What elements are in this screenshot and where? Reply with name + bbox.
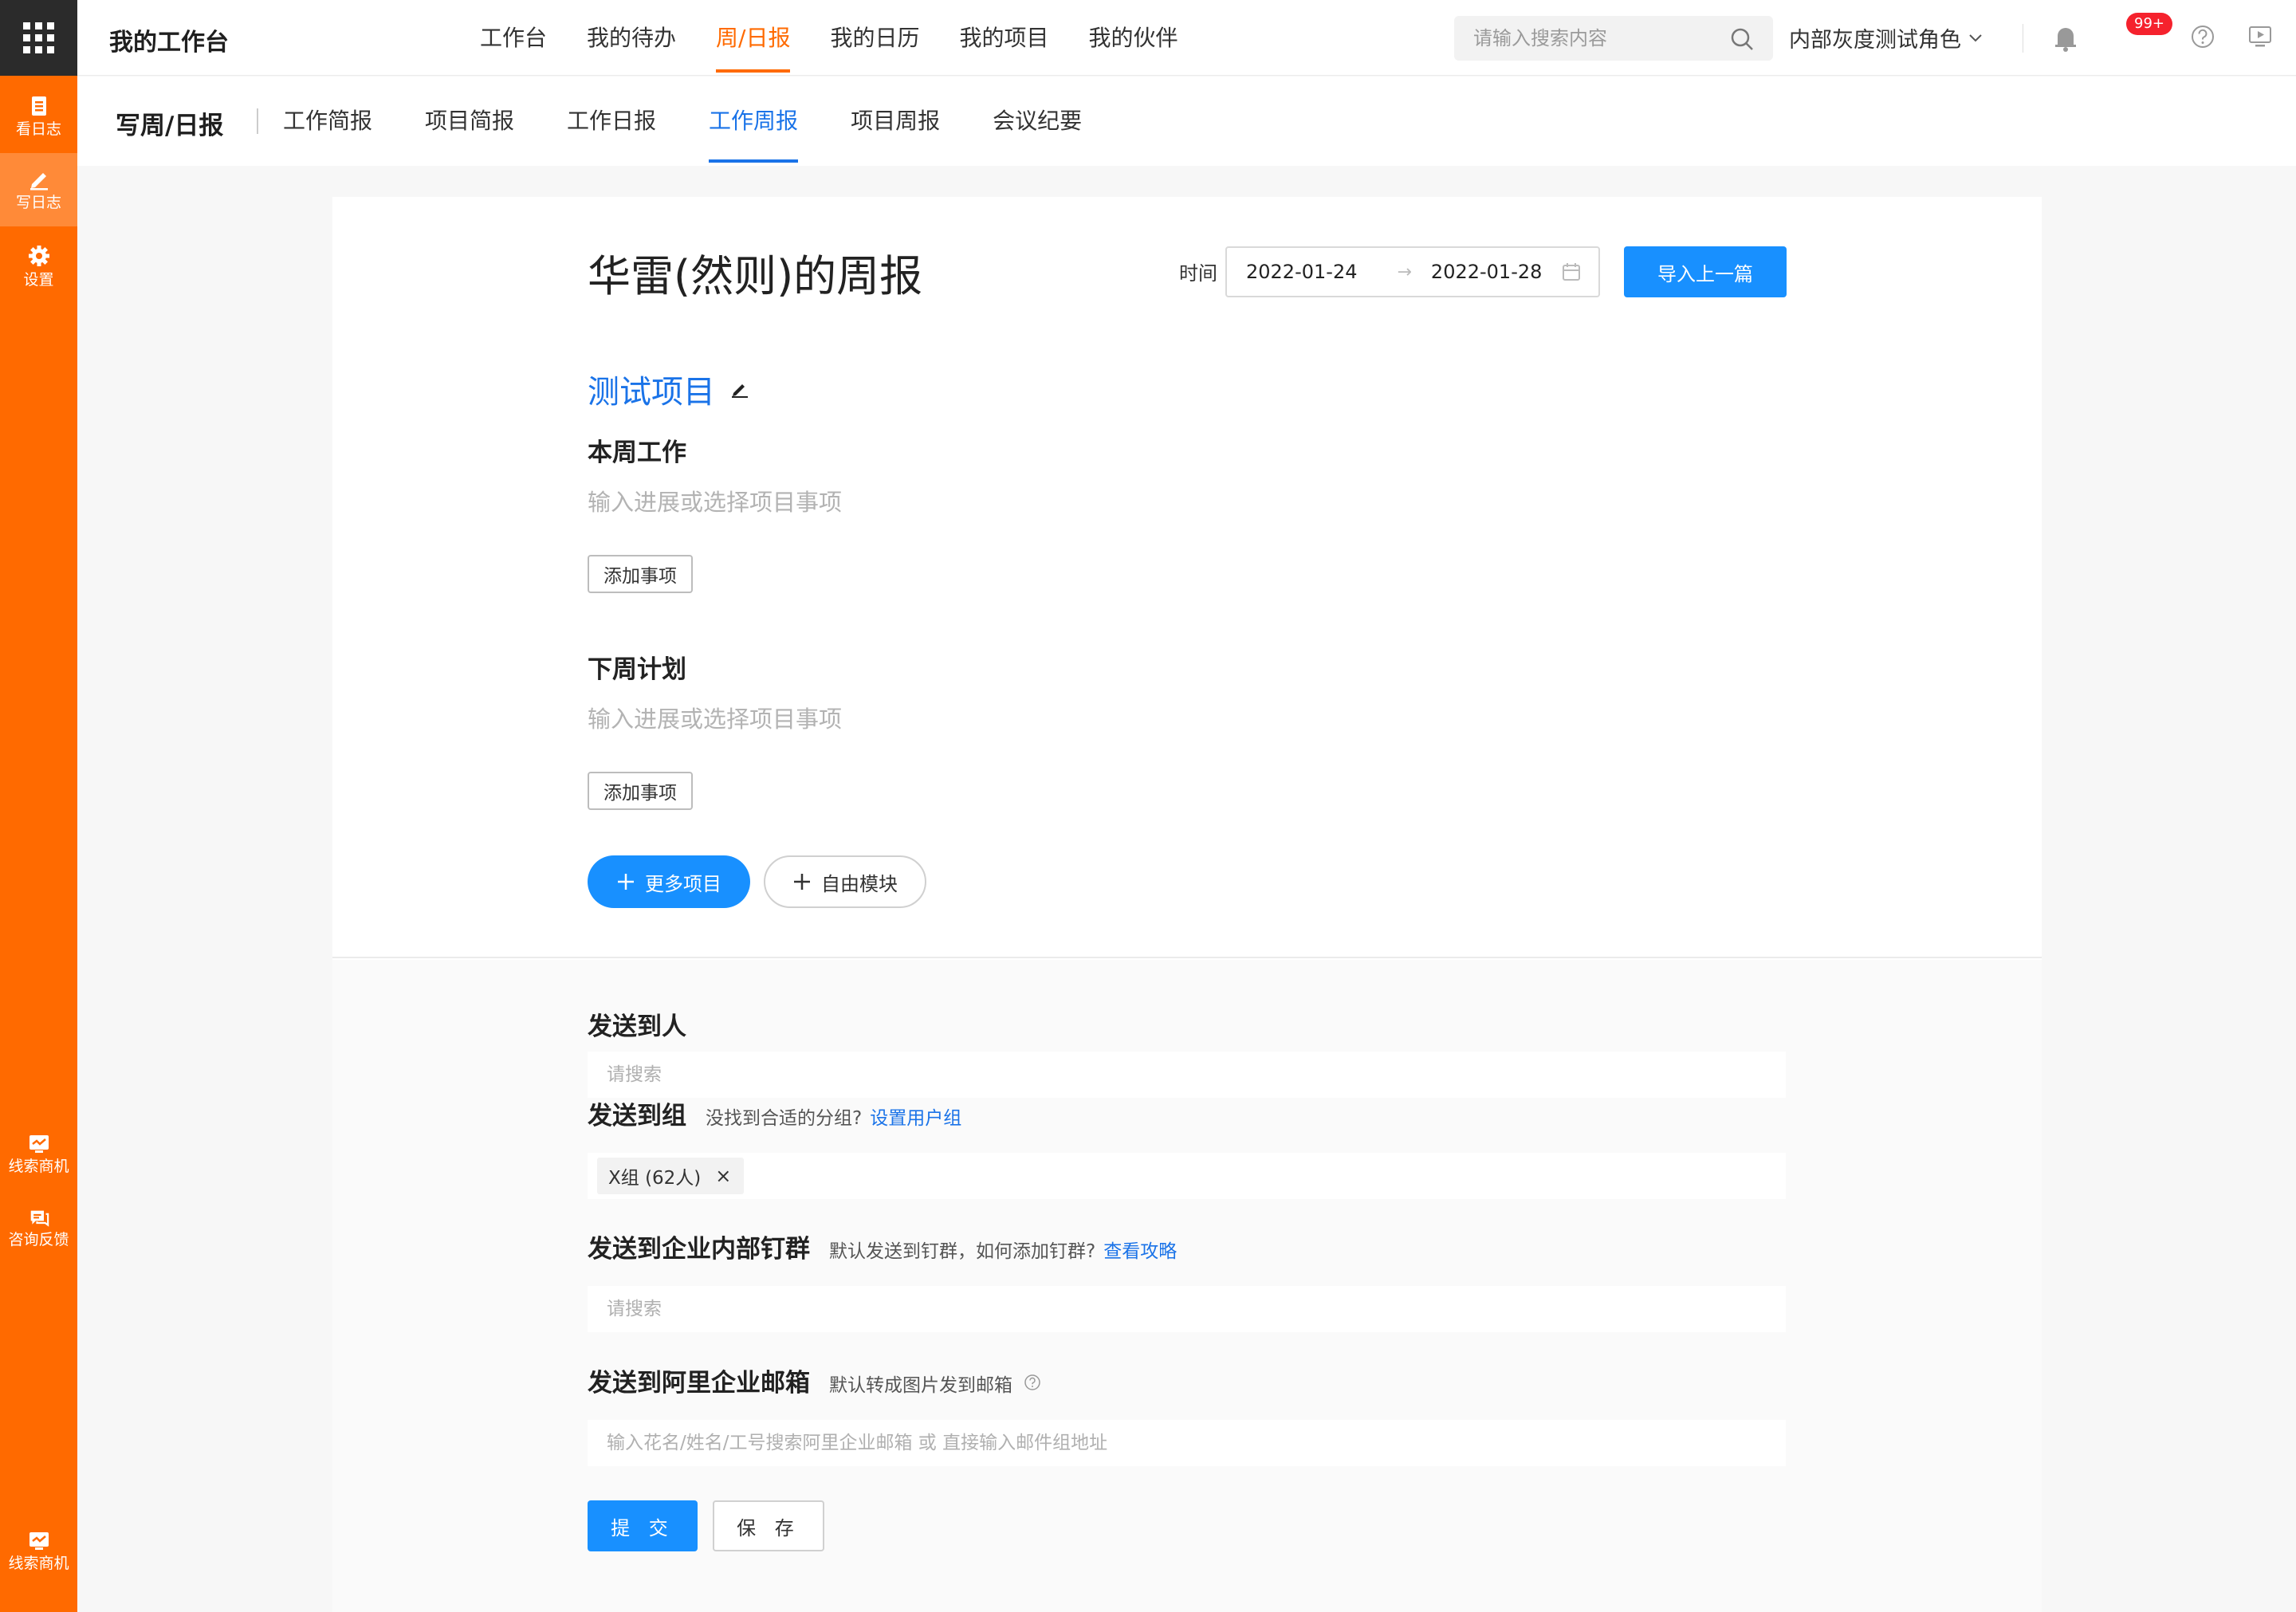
heading-text: 发送到企业内部钉群 xyxy=(588,1235,810,1264)
next-week-heading: 下周计划 xyxy=(588,655,686,684)
import-previous-button[interactable]: 导入上一篇 xyxy=(1624,246,1787,297)
sidebar-item-label: 线索商机 xyxy=(8,1555,69,1572)
project-name[interactable]: 测试项目 xyxy=(588,366,715,412)
sidebar-item-leads[interactable]: 线索商机 xyxy=(0,1118,77,1191)
role-label: 内部灰度测试角色 xyxy=(1789,28,1961,53)
date-range-picker[interactable]: 2022-01-24 → 2022-01-28 xyxy=(1225,246,1600,297)
search-box xyxy=(1454,16,1773,61)
nav-todo[interactable]: 我的待办 xyxy=(587,0,676,76)
project-title: 测试项目 xyxy=(588,366,750,412)
search-icon[interactable] xyxy=(1730,27,1754,51)
mail-hint: 默认转成图片发到邮箱 xyxy=(829,1375,1012,1396)
more-projects-button[interactable]: 更多项目 xyxy=(588,855,750,908)
sidebar-item-write-log[interactable]: 写日志 xyxy=(0,153,77,226)
tab-work-daily[interactable]: 工作日报 xyxy=(567,77,656,166)
screen-share-icon[interactable] xyxy=(2247,24,2273,49)
sidebar-item-feedback[interactable]: 咨询反馈 xyxy=(0,1193,77,1248)
heading-text: 发送到组 xyxy=(588,1102,686,1130)
group-tag: X组 (62人) × xyxy=(597,1158,745,1194)
nav-workbench[interactable]: 工作台 xyxy=(480,0,547,76)
calendar-icon xyxy=(1563,263,1580,281)
report-card: 华雷(然则)的周报 时间 2022-01-24 → 2022-01-28 导入上… xyxy=(332,197,2042,1612)
button-label: 更多项目 xyxy=(645,872,721,895)
tab-project-brief[interactable]: 项目简报 xyxy=(425,77,514,166)
top-header: 我的工作台 工作台 我的待办 周/日报 我的日历 我的项目 我的伙伴 内部灰度测… xyxy=(77,0,2296,76)
apps-grid-icon[interactable] xyxy=(0,0,77,76)
sidebar-item-view-log[interactable]: 看日志 xyxy=(0,80,77,153)
section-title: 写周/日报 xyxy=(116,112,224,140)
date-end[interactable]: 2022-01-28 xyxy=(1431,261,1542,283)
role-dropdown[interactable]: 内部灰度测试角色 xyxy=(1789,22,1982,53)
tab-work-weekly[interactable]: 工作周报 xyxy=(709,77,799,166)
add-item-button[interactable]: 添加事项 xyxy=(588,772,693,810)
send-to-person-heading: 发送到人 xyxy=(588,1006,686,1042)
date-start[interactable]: 2022-01-24 xyxy=(1246,261,1357,283)
help-icon[interactable] xyxy=(2190,24,2215,49)
save-button[interactable]: 保 存 xyxy=(713,1500,824,1551)
heading-text: 发送到人 xyxy=(588,1012,686,1041)
this-week-heading: 本周工作 xyxy=(588,438,686,467)
sidebar-item-leads-bottom[interactable]: 线索商机 xyxy=(0,1515,77,1588)
sidebar-item-label: 设置 xyxy=(23,271,54,289)
app-title: 我的工作台 xyxy=(109,29,229,57)
sidebar-item-settings[interactable]: 设置 xyxy=(0,230,77,303)
nav-calendar[interactable]: 我的日历 xyxy=(830,0,919,76)
report-editor: 华雷(然则)的周报 时间 2022-01-24 → 2022-01-28 导入上… xyxy=(332,197,2042,958)
gear-icon xyxy=(28,246,49,266)
notification-badge: 99+ xyxy=(2126,13,2172,35)
view-guide-link[interactable]: 查看攻略 xyxy=(1103,1236,1177,1263)
plus-icon xyxy=(618,874,634,890)
top-nav: 工作台 我的待办 周/日报 我的日历 我的项目 我的伙伴 xyxy=(480,0,1218,76)
group-hint: 没找到合适的分组? xyxy=(706,1108,863,1129)
send-to-dingtalk-input[interactable]: 请搜索 xyxy=(588,1286,1786,1332)
bell-icon[interactable] xyxy=(2053,24,2078,53)
help-icon[interactable] xyxy=(1024,1374,1041,1391)
report-title: 华雷(然则)的周报 xyxy=(588,251,923,301)
dingtalk-hint: 默认发送到钉群，如何添加钉群? xyxy=(829,1241,1096,1262)
edit-icon[interactable] xyxy=(729,379,750,399)
add-item-button[interactable]: 添加事项 xyxy=(588,555,693,593)
plus-icon xyxy=(794,874,810,890)
divider xyxy=(257,108,258,134)
nav-projects[interactable]: 我的项目 xyxy=(959,0,1048,76)
this-week-input[interactable]: 输入进展或选择项目事项 xyxy=(588,484,842,517)
sidebar-item-label: 写日志 xyxy=(15,194,61,211)
tab-work-brief[interactable]: 工作简报 xyxy=(283,77,372,166)
nav-partners[interactable]: 我的伙伴 xyxy=(1089,0,1178,76)
left-sidebar: 看日志 写日志 设置 线索商机 咨询反馈 线索商机 xyxy=(0,0,77,1612)
send-to-group-heading: 发送到组 没找到合适的分组? 设置用户组 xyxy=(588,1095,961,1131)
button-label: 自由模块 xyxy=(821,872,898,895)
sidebar-item-label: 咨询反馈 xyxy=(8,1231,69,1248)
set-user-group-link[interactable]: 设置用户组 xyxy=(870,1103,961,1130)
report-tabs: 工作简报 项目简报 工作日报 工作周报 项目周报 会议纪要 xyxy=(283,77,1134,166)
next-week-input[interactable]: 输入进展或选择项目事项 xyxy=(588,701,842,734)
nav-weekly-daily[interactable]: 周/日报 xyxy=(716,0,791,76)
chevron-down-icon xyxy=(1969,33,1982,41)
heading-text: 发送到阿里企业邮箱 xyxy=(588,1369,810,1398)
sub-header: 写周/日报 工作简报 项目简报 工作日报 工作周报 项目周报 会议纪要 xyxy=(77,77,2296,166)
chart-monitor-icon xyxy=(29,1532,49,1550)
send-to-mail-input[interactable]: 输入花名/姓名/工号搜索阿里企业邮箱 或 直接输入邮件组地址 xyxy=(588,1420,1786,1466)
tab-project-weekly[interactable]: 项目周报 xyxy=(851,77,940,166)
doc-icon xyxy=(31,96,46,116)
group-tag-label: X组 (62人) xyxy=(608,1168,702,1189)
submit-button[interactable]: 提 交 xyxy=(588,1500,698,1551)
chat-icon xyxy=(30,1210,49,1227)
send-to-person-input[interactable]: 请搜索 xyxy=(588,1052,1786,1098)
sidebar-item-label: 线索商机 xyxy=(8,1158,69,1175)
arrow-right-icon: → xyxy=(1397,261,1412,282)
chart-monitor-icon xyxy=(29,1135,49,1153)
send-to-mail-heading: 发送到阿里企业邮箱 默认转成图片发到邮箱 xyxy=(588,1362,1041,1398)
sidebar-item-label: 看日志 xyxy=(15,120,61,138)
time-label: 时间 xyxy=(1179,262,1217,285)
send-to-dingtalk-heading: 发送到企业内部钉群 默认发送到钉群，如何添加钉群? 查看攻略 xyxy=(588,1229,1177,1264)
tab-meeting-minutes[interactable]: 会议纪要 xyxy=(993,77,1082,166)
close-icon[interactable]: × xyxy=(715,1165,731,1187)
send-to-group-input[interactable] xyxy=(588,1153,1786,1199)
search-input[interactable] xyxy=(1454,16,1717,61)
free-module-button[interactable]: 自由模块 xyxy=(764,855,926,908)
pencil-icon xyxy=(29,173,48,191)
send-settings: 发送到人 请搜索 发送到组 没找到合适的分组? 设置用户组 X组 (62人) ×… xyxy=(332,960,2042,1612)
